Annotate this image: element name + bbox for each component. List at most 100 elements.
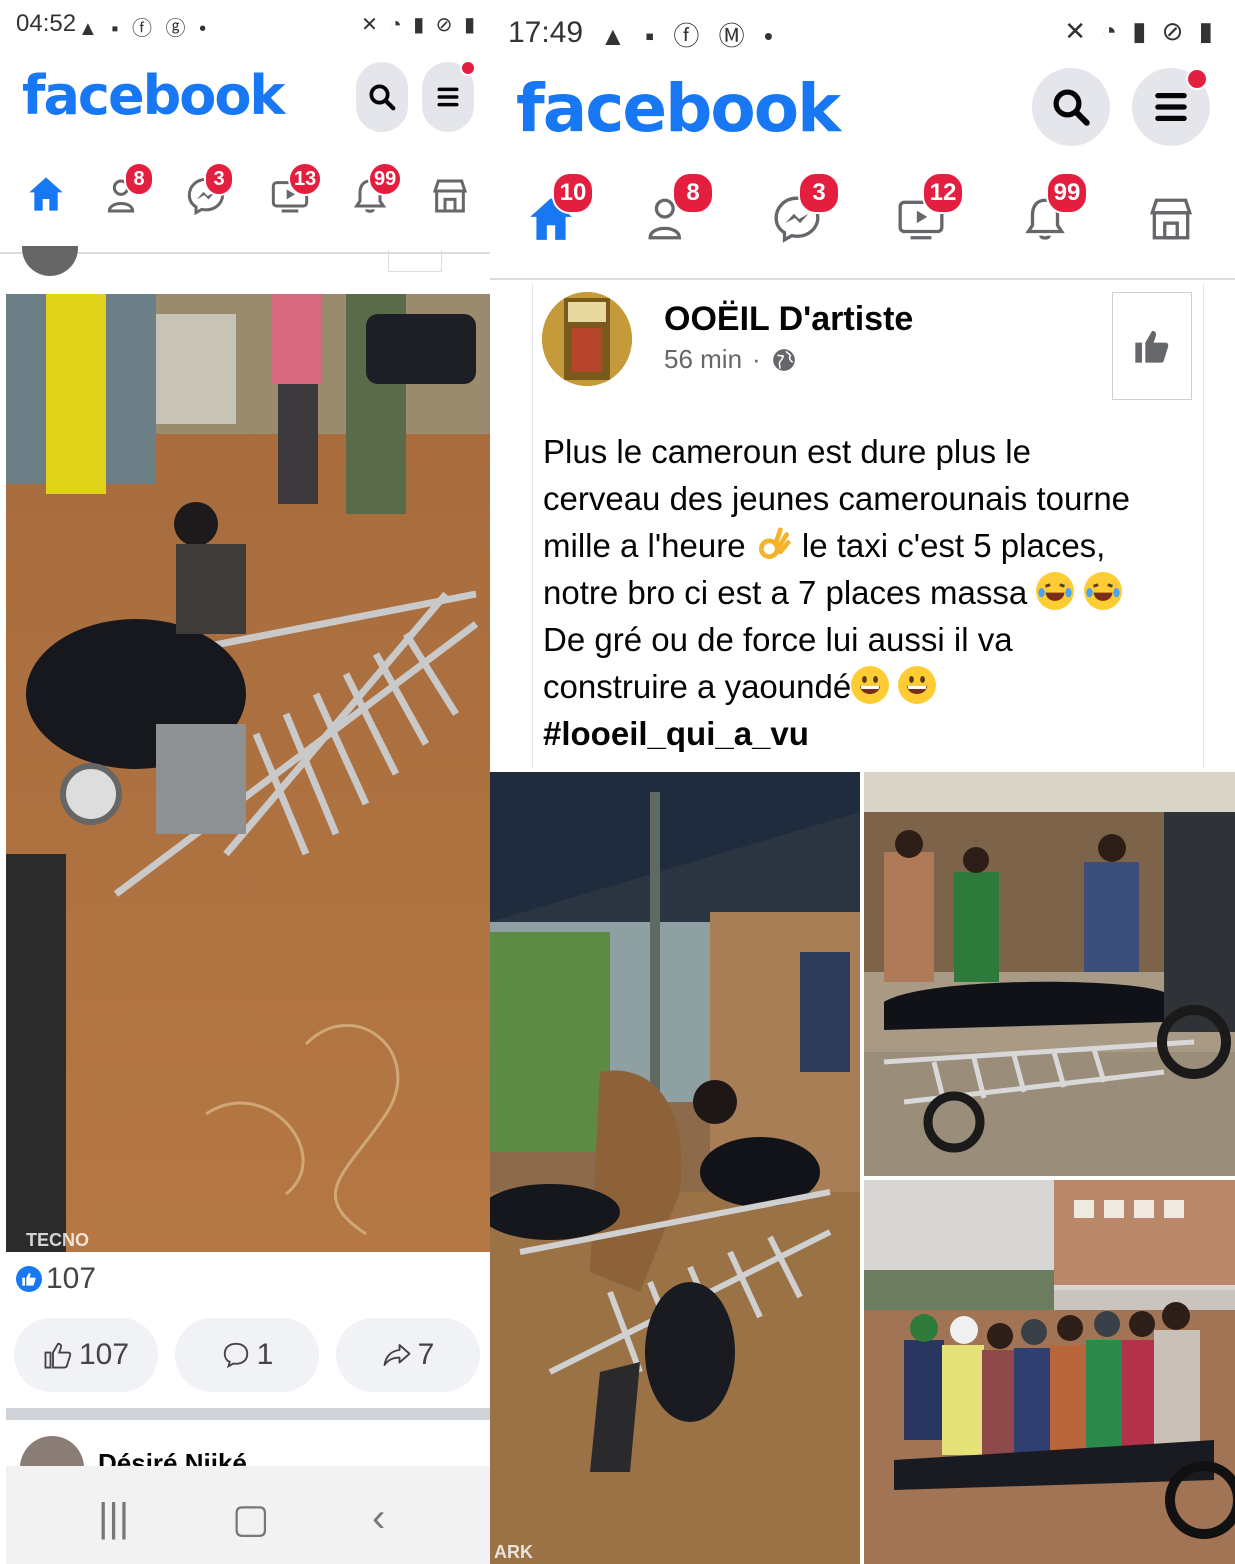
post-author[interactable]: OOËIL D'artiste [664, 300, 913, 339]
home-badge: 10 [552, 172, 594, 214]
post-text: Plus le cameroun est dure plus le cervea… [543, 428, 1183, 757]
post-photo-welder-at-bike[interactable]: ARK [490, 772, 860, 1564]
post-line-4: notre bro ci est a 7 places massa [543, 574, 1028, 611]
friends-badge: 8 [672, 172, 714, 214]
like-reaction-icon [16, 1266, 42, 1292]
thumbs-up-icon [44, 1342, 72, 1369]
photo-illustration: ARK [490, 772, 860, 1564]
photo-illustration [864, 772, 1235, 1176]
reaction-count: 107 [46, 1262, 97, 1295]
share-button[interactable]: 7 [336, 1318, 480, 1392]
nav-friends[interactable]: 8 [106, 162, 154, 216]
laughing-tears-emoji-icon [1083, 572, 1122, 610]
meta-separator: · [752, 344, 761, 374]
comment-count: 1 [256, 1338, 274, 1371]
post-photo-seven-riders[interactable] [864, 1180, 1235, 1564]
ok-hand-emoji-icon [755, 525, 793, 563]
left-phone-screen: 04:52 ▲ ▪ ⓕ ⓖ • ✕ ◔ ▮ ⊘ ▮ facebook 8 3 1… [0, 0, 490, 1564]
notifications-badge: 99 [368, 162, 403, 196]
post-time[interactable]: 56 min [664, 344, 742, 375]
nav-home[interactable]: 10 [526, 172, 594, 244]
nav-messenger[interactable]: 3 [186, 162, 234, 216]
like-page-button[interactable] [1112, 292, 1192, 400]
nav-friends[interactable]: 8 [646, 172, 714, 244]
marketplace-icon [1149, 198, 1193, 240]
status-time: 17:49 [508, 16, 584, 49]
nav-marketplace[interactable] [430, 176, 470, 216]
nav-notifications[interactable]: 99 [1020, 172, 1088, 244]
grinning-emoji-icon [898, 666, 937, 704]
nav-marketplace[interactable] [1146, 194, 1196, 244]
nav-messenger[interactable]: 3 [772, 172, 840, 244]
recent-apps-icon[interactable]: ||| [98, 1496, 129, 1541]
post-photo-motorbike-workshop[interactable]: TECNO [6, 294, 490, 1252]
post-line-1: Plus le cameroun est dure plus le [543, 433, 1031, 470]
photo-illustration: TECNO [6, 294, 490, 1252]
notifications-badge: 99 [1046, 172, 1088, 214]
top-nav-bar: 8 3 13 99 [0, 160, 490, 254]
marketplace-icon [432, 179, 468, 213]
facebook-logo[interactable]: facebook [22, 64, 285, 127]
status-time: 04:52 [16, 10, 77, 37]
home-circle-icon[interactable]: ▢ [232, 1496, 270, 1542]
menu-button[interactable] [1132, 68, 1210, 146]
home-icon [29, 177, 63, 211]
like-count: 107 [78, 1338, 130, 1371]
book-cover-avatar-image [542, 292, 632, 386]
previous-post-avatar[interactable] [22, 246, 78, 276]
status-bar: 04:52 ▲ ▪ ⓕ ⓖ • ✕ ◔ ▮ ⊘ ▮ [0, 6, 490, 42]
search-icon [369, 84, 396, 111]
post-hashtag[interactable]: #looeil_qui_a_vu [543, 710, 1183, 757]
system-status-icons: ✕ ◔ ▮ ⊘ ▮ [361, 14, 478, 36]
search-button[interactable] [1032, 68, 1110, 146]
system-status-icons: ✕ ◔ ▮ ⊘ ▮ [1064, 16, 1217, 46]
post-photo-men-with-long-bike[interactable] [864, 772, 1235, 1176]
watch-badge: 12 [922, 172, 964, 214]
menu-notification-dot [460, 60, 476, 76]
post-line-3b: le taxi c'est 5 places, [801, 527, 1106, 564]
top-nav-bar: 10 8 3 12 99 [490, 168, 1235, 280]
messenger-badge: 3 [204, 162, 234, 196]
thumbs-up-icon [1135, 331, 1169, 363]
photo-illustration [864, 1180, 1235, 1564]
post-line-5: De gré ou de force lui aussi il va [543, 621, 1013, 658]
grinning-emoji-icon [851, 666, 890, 704]
hamburger-menu-icon [437, 87, 459, 107]
comment-button[interactable]: 1 [175, 1318, 319, 1392]
nav-watch[interactable]: 13 [270, 162, 323, 216]
comment-icon [223, 1342, 248, 1369]
notification-icons: ▲ ▪ ⓕ ⓖ • [78, 18, 211, 40]
search-icon [1053, 89, 1090, 126]
post-line-3: mille a l'heure [543, 527, 746, 564]
author-avatar[interactable] [542, 292, 632, 386]
previous-post-button-stub[interactable] [388, 250, 442, 272]
nav-notifications[interactable]: 99 [350, 162, 403, 216]
notification-icons: ▲ ▪ ⓕ Ⓜ • [600, 21, 779, 51]
hamburger-menu-icon [1155, 93, 1187, 121]
laughing-tears-emoji-icon [1036, 572, 1075, 610]
right-phone-screen: 17:49 ▲ ▪ ⓕ Ⓜ • ✕ ◔ ▮ ⊘ ▮ facebook 10 8 … [490, 0, 1235, 1564]
post-line-6: construire a yaoundé [543, 668, 852, 705]
android-nav-bar: ||| ▢ ‹ [6, 1466, 490, 1564]
back-chevron-icon[interactable]: ‹ [372, 1496, 385, 1541]
search-button[interactable] [356, 62, 408, 132]
status-bar: 17:49 ▲ ▪ ⓕ Ⓜ • ✕ ◔ ▮ ⊘ ▮ [490, 6, 1235, 52]
share-count: 7 [417, 1338, 435, 1371]
share-icon [383, 1344, 411, 1366]
reaction-summary[interactable]: 107 [16, 1262, 96, 1296]
post-meta: 56 min · [664, 344, 797, 375]
photo-watermark: TECNO [26, 1230, 89, 1250]
photo-watermark: ARK [494, 1542, 533, 1562]
nav-home[interactable] [26, 174, 66, 214]
messenger-badge: 3 [798, 172, 840, 214]
next-post-author[interactable]: Désiré Njiké [98, 1448, 247, 1466]
facebook-logo[interactable]: facebook [516, 70, 841, 147]
watch-badge: 13 [288, 162, 323, 196]
globe-icon [772, 348, 795, 371]
feed-divider [6, 1408, 490, 1420]
menu-button[interactable] [422, 60, 476, 132]
post-line-2: cerveau des jeunes camerounais tourne [543, 480, 1131, 517]
nav-watch[interactable]: 12 [896, 172, 964, 244]
friends-badge: 8 [124, 162, 154, 196]
like-button[interactable]: 107 [14, 1318, 158, 1392]
